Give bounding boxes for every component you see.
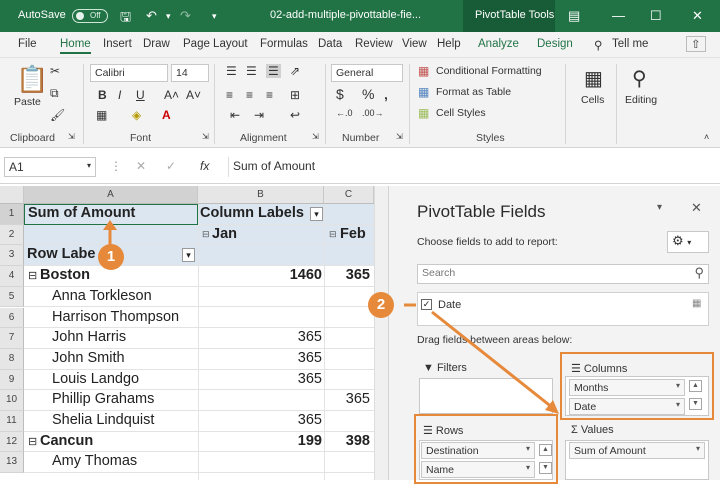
callout-2-arrow [431, 310, 554, 410]
annotation-arrows [103, 220, 559, 414]
callout-1-arrowhead [103, 220, 117, 230]
callout-1: 1 [98, 244, 124, 270]
callout-2: 2 [368, 292, 394, 318]
